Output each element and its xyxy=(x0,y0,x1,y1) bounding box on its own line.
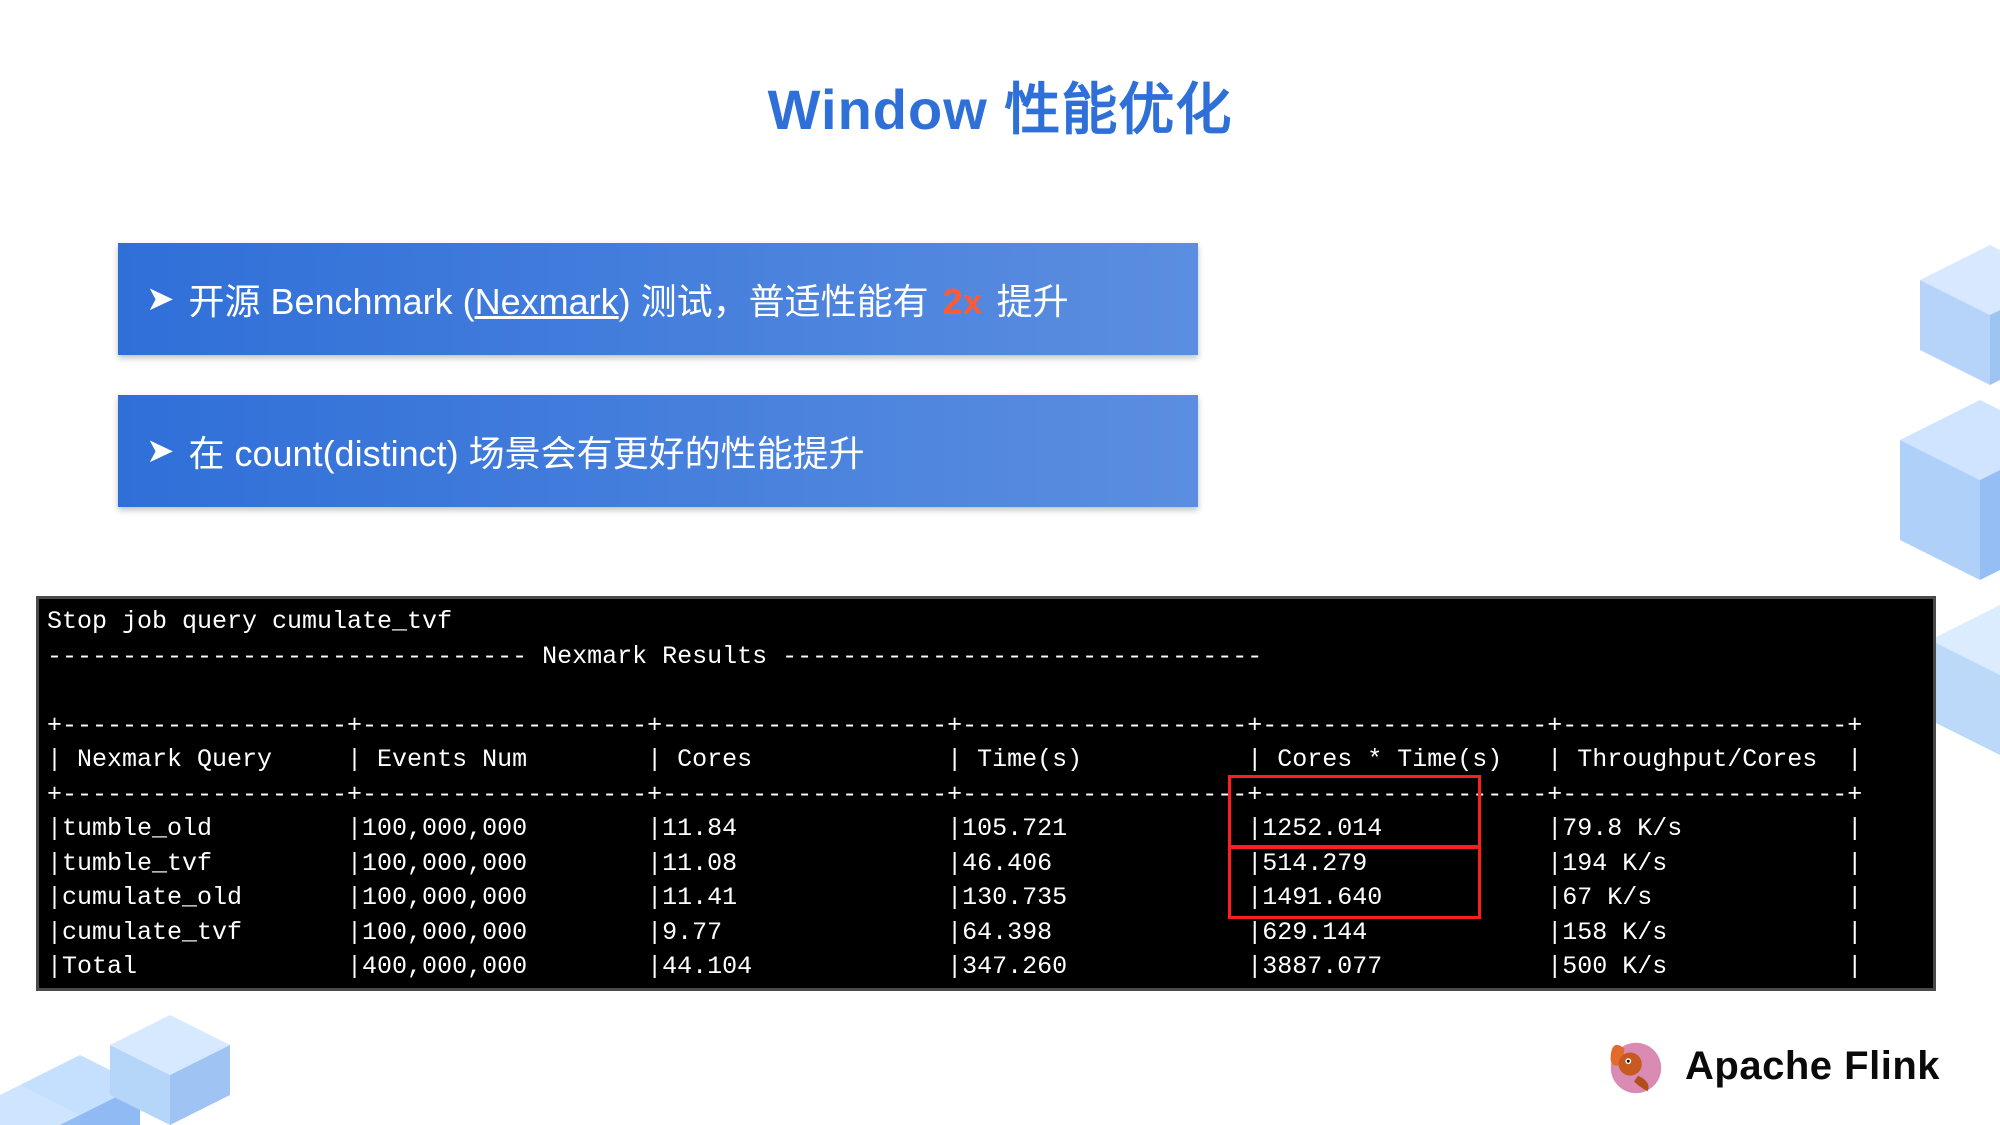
bullet1-text: 开源 Benchmark (Nexmark) 测试，普适性能有 2x 提升 xyxy=(189,273,1069,325)
terminal-line-row2: |tumble_tvf |100,000,000 |11.08 |46.406 … xyxy=(47,849,1862,878)
terminal-line-sep: +-------------------+-------------------… xyxy=(47,711,1862,740)
bullet2-text: 在 count(distinct) 场景会有更好的性能提升 xyxy=(189,425,865,477)
bullet-point-2: ➤ 在 count(distinct) 场景会有更好的性能提升 xyxy=(118,395,1198,507)
terminal-line-row3: |cumulate_old |100,000,000 |11.41 |130.7… xyxy=(47,883,1862,912)
terminal-line-header: | Nexmark Query | Events Num | Cores | T… xyxy=(47,745,1862,774)
bullet1-pre: 开源 Benchmark ( xyxy=(189,281,475,322)
terminal-output: Stop job query cumulate_tvf ------------… xyxy=(36,596,1936,991)
bullet-marker-icon: ➤ xyxy=(146,279,175,319)
bullet1-highlight: 2x xyxy=(943,281,983,322)
flink-squirrel-icon xyxy=(1605,1035,1667,1097)
bullet1-post2: 提升 xyxy=(987,281,1069,322)
terminal-line-sep: +-------------------+-------------------… xyxy=(47,780,1862,809)
footer-text: Apache Flink xyxy=(1685,1044,1940,1089)
slide-title: Window 性能优化 xyxy=(0,65,2000,146)
bullet1-post1: ) 测试，普适性能有 xyxy=(619,281,939,322)
terminal-line-stop: Stop job query cumulate_tvf xyxy=(47,607,452,636)
terminal-line-row4: |cumulate_tvf |100,000,000 |9.77 |64.398… xyxy=(47,918,1862,947)
nexmark-link[interactable]: Nexmark xyxy=(475,281,619,322)
slide: Window 性能优化 ➤ 开源 Benchmark (Nexmark) 测试，… xyxy=(0,0,2000,1125)
footer-logo: Apache Flink xyxy=(1605,1035,1940,1097)
bullet-point-1: ➤ 开源 Benchmark (Nexmark) 测试，普适性能有 2x 提升 xyxy=(118,243,1198,355)
terminal-line-row5: |Total |400,000,000 |44.104 |347.260 |38… xyxy=(47,952,1862,981)
terminal-line-sep: +-------------------+-------------------… xyxy=(47,987,1862,992)
terminal-line-row1: |tumble_old |100,000,000 |11.84 |105.721… xyxy=(47,814,1862,843)
terminal-line-banner: -------------------------------- Nexmark… xyxy=(47,642,1262,671)
bullet-marker-icon: ➤ xyxy=(146,431,175,471)
